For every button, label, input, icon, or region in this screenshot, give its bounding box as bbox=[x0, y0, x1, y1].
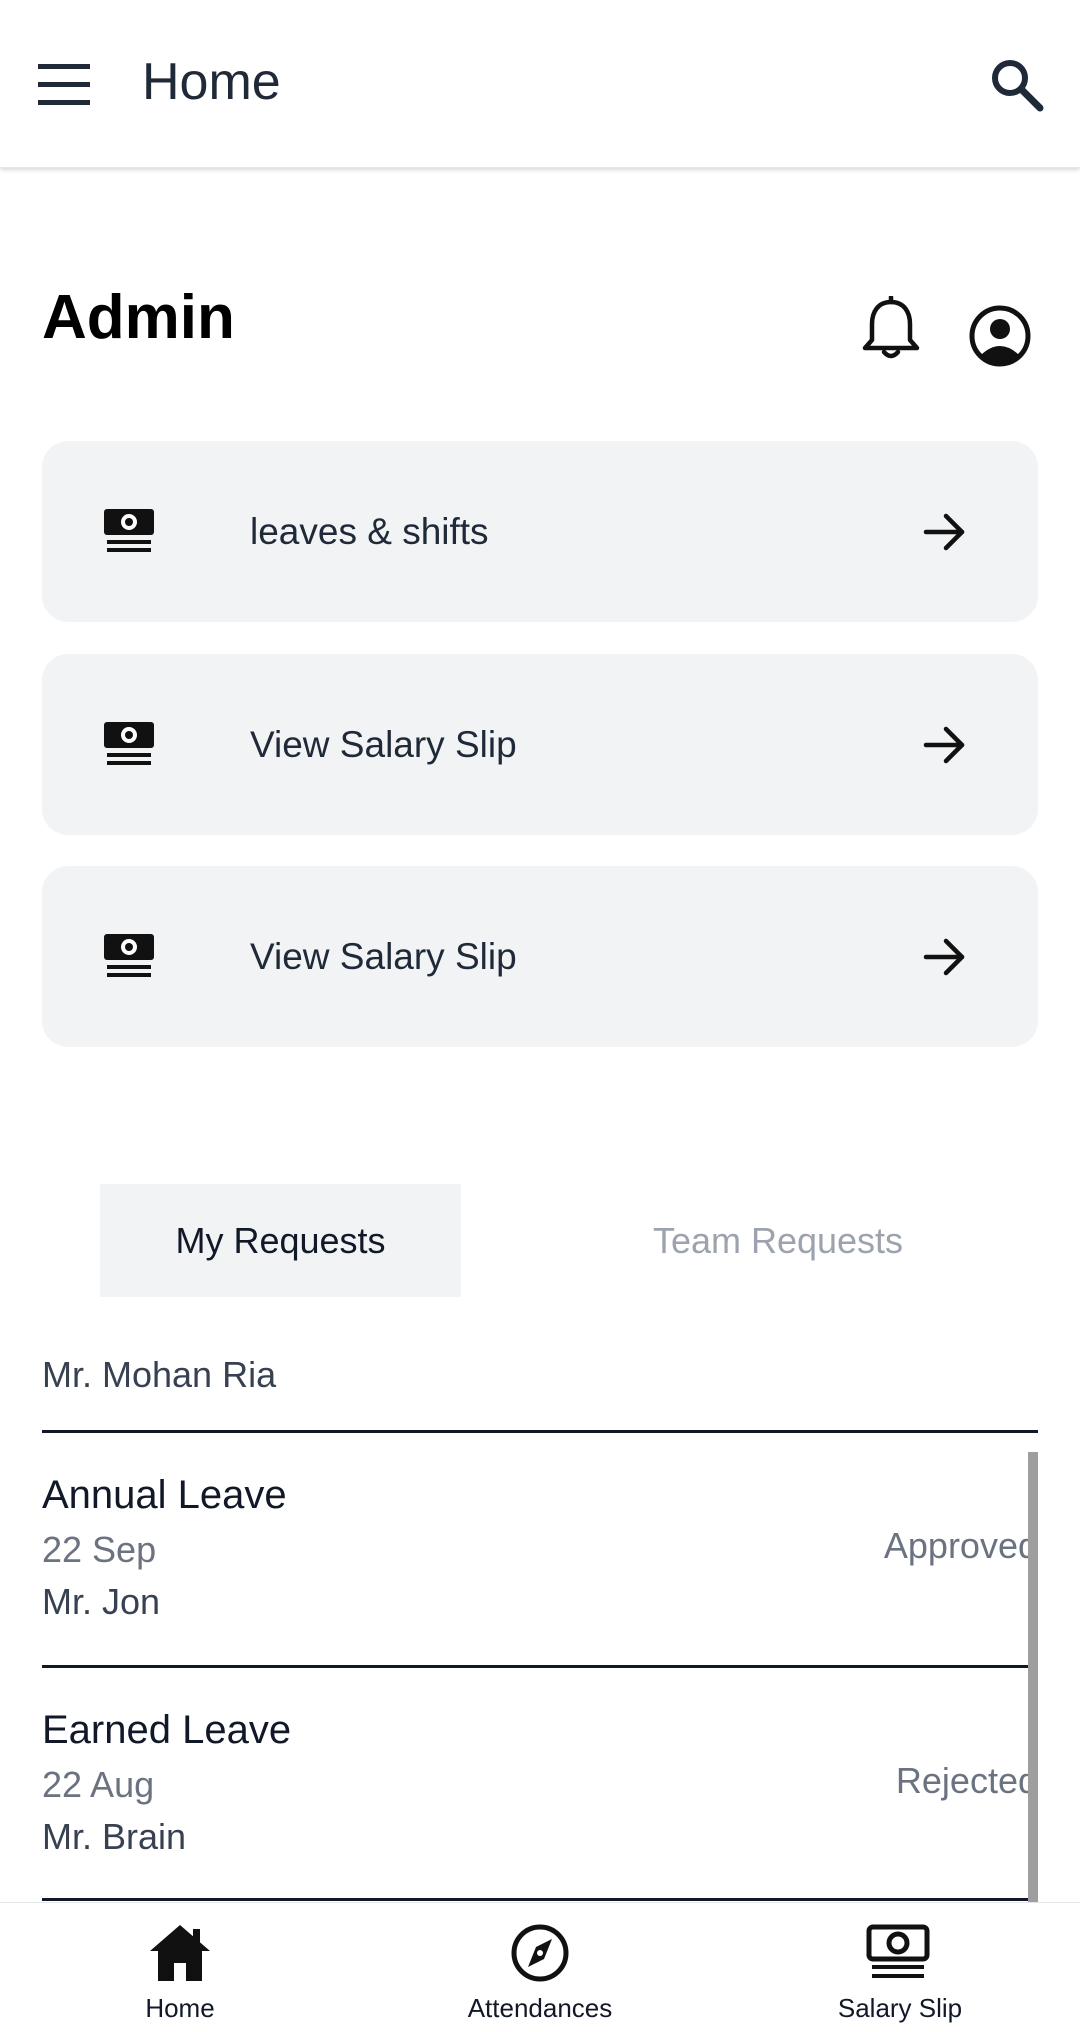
cash-icon bbox=[104, 509, 154, 552]
list-item[interactable]: Earned Leave 22 Aug Mr. Brain Rejected bbox=[42, 1668, 1038, 1900]
request-title: Annual Leave bbox=[42, 1473, 287, 1517]
search-icon[interactable] bbox=[988, 56, 1044, 112]
card-view-salary-slip[interactable]: View Salary Slip bbox=[42, 866, 1038, 1047]
nav-home[interactable]: Home bbox=[0, 1903, 360, 2032]
scrollbar[interactable] bbox=[1028, 1452, 1038, 1902]
status-badge: Approved bbox=[883, 1525, 1038, 1566]
cash-icon bbox=[866, 1924, 930, 1978]
card-label: View Salary Slip bbox=[250, 724, 517, 765]
arrow-right-icon bbox=[923, 513, 965, 551]
request-title: Earned Leave bbox=[42, 1708, 292, 1752]
arrow-right-icon bbox=[923, 938, 965, 976]
app-bar: Home bbox=[0, 0, 1080, 168]
nav-label: Home bbox=[145, 1993, 215, 2023]
account-circle-icon[interactable] bbox=[968, 304, 1032, 368]
status-badge: Rejected bbox=[895, 1760, 1038, 1801]
cash-icon bbox=[104, 934, 154, 977]
home-icon bbox=[150, 1925, 210, 1981]
card-view-salary-slip[interactable]: View Salary Slip bbox=[42, 654, 1038, 835]
nav-salary-slip[interactable]: Salary Slip bbox=[720, 1903, 1080, 2032]
card-leaves-shifts[interactable]: leaves & shifts bbox=[42, 441, 1038, 622]
list-item[interactable]: Annual Leave 22 Sep Mr. Jon Approved bbox=[42, 1433, 1038, 1665]
request-list[interactable]: Mr. Mohan Ria Annual Leave 22 Sep Mr. Jo… bbox=[0, 1322, 1080, 1902]
menu-icon[interactable] bbox=[38, 62, 94, 108]
bell-icon[interactable] bbox=[860, 296, 922, 362]
card-label: leaves & shifts bbox=[250, 511, 489, 552]
page-title: Admin bbox=[42, 283, 235, 352]
compass-icon bbox=[511, 1924, 569, 1982]
cash-icon bbox=[104, 722, 154, 765]
request-date: 22 Sep bbox=[42, 1529, 157, 1570]
tab-team-requests[interactable]: Team Requests bbox=[560, 1184, 996, 1297]
tab-my-requests[interactable]: My Requests bbox=[100, 1184, 461, 1297]
app-bar-title: Home bbox=[142, 53, 281, 111]
request-name: Mr. Jon bbox=[42, 1581, 161, 1622]
request-name: Mr. Brain bbox=[42, 1816, 187, 1857]
nav-label: Salary Slip bbox=[837, 1993, 963, 2023]
nav-attendances[interactable]: Attendances bbox=[360, 1903, 720, 2032]
card-label: View Salary Slip bbox=[250, 936, 517, 977]
bottom-nav: Home Attendances Salary Slip bbox=[0, 1902, 1080, 2032]
arrow-right-icon bbox=[923, 726, 965, 764]
request-name: Mr. Mohan Ria bbox=[42, 1354, 277, 1395]
request-date: 22 Aug bbox=[42, 1764, 155, 1805]
list-item[interactable]: Mr. Mohan Ria bbox=[42, 1322, 1038, 1422]
nav-label: Attendances bbox=[467, 1993, 613, 2023]
divider bbox=[42, 1898, 1038, 1901]
